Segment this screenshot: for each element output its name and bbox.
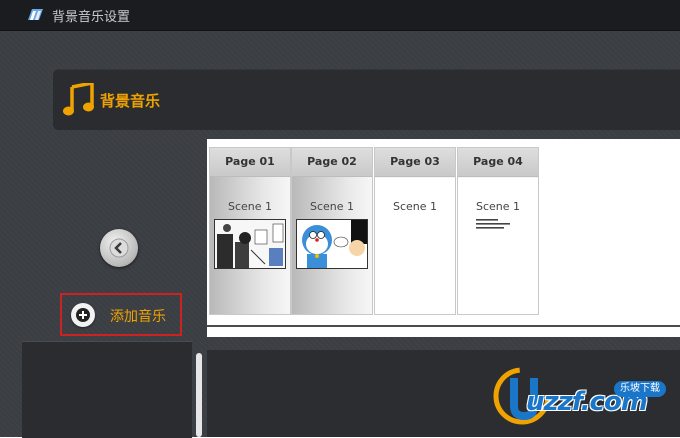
- add-music-label: 添加音乐: [110, 309, 166, 325]
- page-body: Scene 1: [292, 178, 372, 314]
- page-note-preview: [476, 219, 510, 229]
- previous-button[interactable]: [100, 229, 138, 267]
- header-title: 背景音乐: [100, 92, 161, 110]
- chevron-left-icon: [109, 238, 129, 258]
- page-card[interactable]: Page 04 Scene 1: [457, 147, 539, 315]
- page-tab: Page 04: [458, 148, 538, 177]
- title-bar: 背景音乐设置: [0, 0, 680, 31]
- header-panel: 背景音乐: [53, 69, 680, 130]
- watermark-badge: 乐坡下载: [614, 381, 666, 397]
- add-music-button[interactable]: 添加音乐: [60, 293, 182, 336]
- page-card[interactable]: Page 02 Scene 1: [291, 147, 373, 315]
- app-icon: [28, 9, 43, 20]
- comic-thumbnail: [214, 219, 286, 269]
- page-card[interactable]: Page 01 Scene 1: [209, 147, 291, 315]
- comic-thumbnail: [296, 219, 368, 269]
- scrollbar[interactable]: [196, 353, 202, 437]
- page-body: Scene 1: [458, 178, 538, 314]
- page-tab: Page 02: [292, 148, 372, 177]
- window-title: 背景音乐设置: [52, 10, 131, 25]
- strip-divider: [207, 325, 680, 337]
- scene-label: Scene 1: [309, 200, 355, 213]
- scene-label: Scene 1: [392, 200, 438, 213]
- page-card[interactable]: Page 03 Scene 1: [374, 147, 456, 315]
- music-list-panel: [22, 341, 192, 438]
- scene-label: Scene 1: [227, 200, 273, 213]
- page-tab: Page 01: [210, 148, 290, 177]
- main-window: 背景音乐设置 背景音乐 添加音乐 Page 01 Scene 1 Page 02…: [0, 0, 680, 438]
- watermark-logo: uzzf.com 乐坡下载: [492, 364, 678, 430]
- page-tab: Page 03: [375, 148, 455, 177]
- page-body: Scene 1: [210, 178, 290, 314]
- page-body: Scene 1: [375, 178, 455, 314]
- music-note-icon: [63, 83, 94, 116]
- scene-label: Scene 1: [475, 200, 521, 213]
- plus-icon: [71, 303, 95, 327]
